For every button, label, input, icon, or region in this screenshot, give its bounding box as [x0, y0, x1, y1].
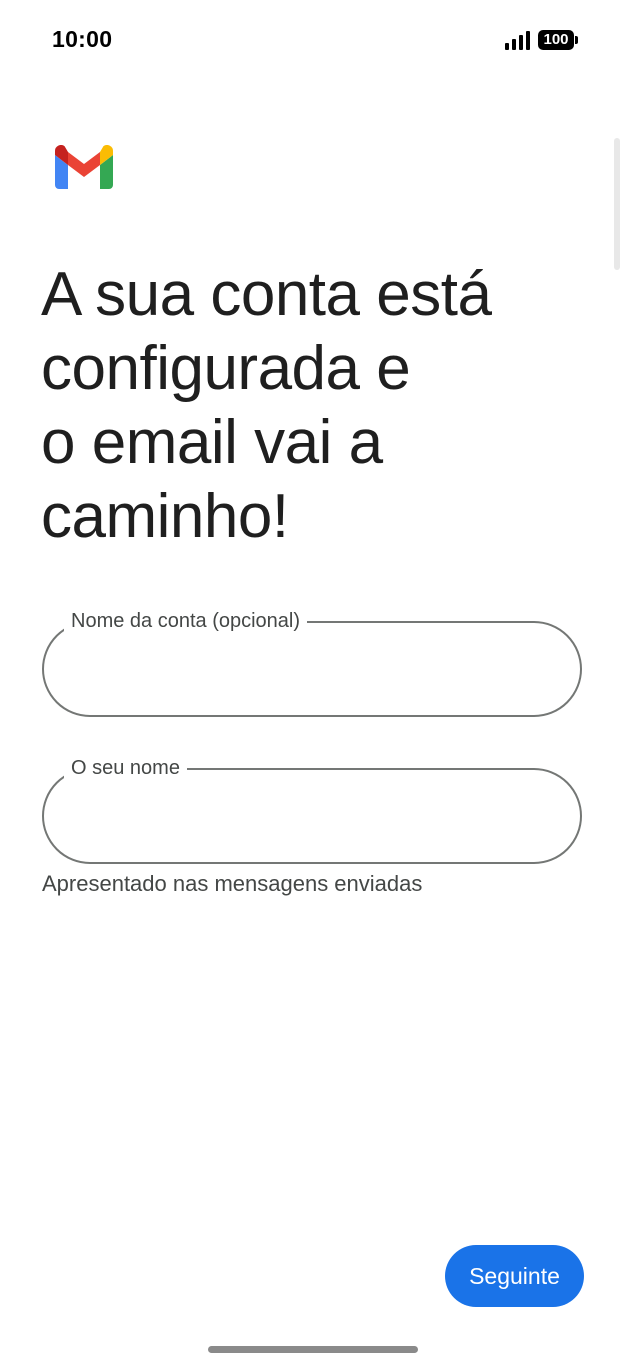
account-name-input[interactable] — [70, 651, 554, 693]
account-name-label: Nome da conta (opcional) — [64, 609, 308, 633]
your-name-input[interactable] — [70, 798, 554, 840]
setup-complete-screen: 10:00 100 A sua conta está configurada e… — [0, 0, 626, 1366]
battery-icon: 100 — [538, 30, 578, 50]
next-button[interactable]: Seguinte — [445, 1245, 584, 1307]
your-name-field[interactable]: O seu nome — [42, 756, 582, 864]
account-name-field[interactable]: Nome da conta (opcional) — [42, 609, 582, 717]
page-title: A sua conta está configurada e o email v… — [41, 260, 492, 551]
gesture-navigation-bar[interactable] — [208, 1346, 418, 1353]
scrollbar[interactable] — [614, 138, 620, 270]
status-time: 10:00 — [52, 26, 113, 52]
your-name-label: O seu nome — [64, 756, 187, 780]
battery-level: 100 — [538, 30, 574, 50]
your-name-helper-text: Apresentado nas mensagens enviadas — [42, 871, 423, 896]
signal-icon — [505, 30, 530, 50]
status-icons: 100 — [505, 30, 578, 50]
gmail-logo-icon — [55, 145, 113, 189]
